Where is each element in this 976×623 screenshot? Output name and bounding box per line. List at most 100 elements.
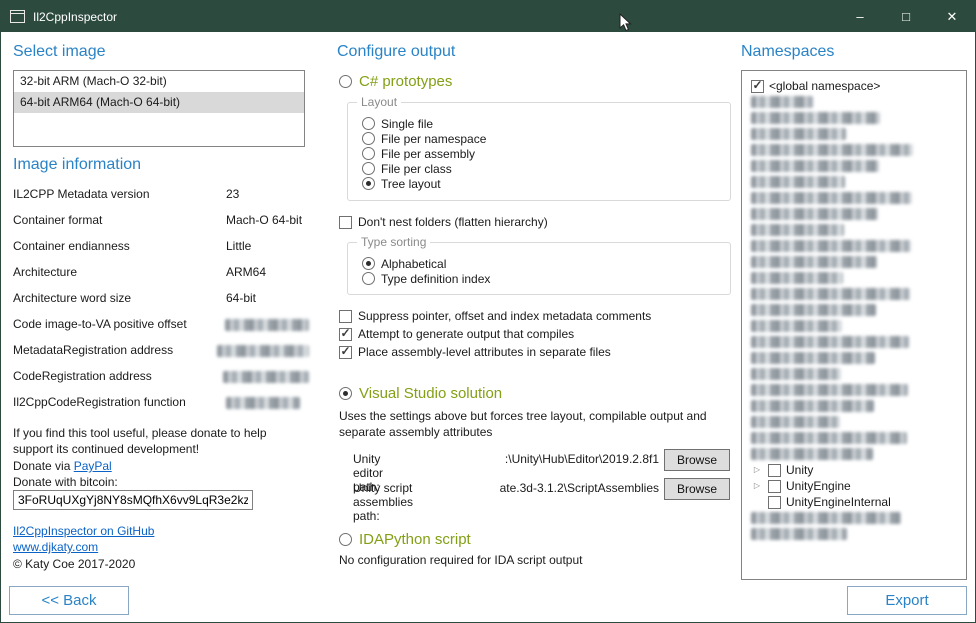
radio-label: Alphabetical bbox=[381, 257, 446, 271]
bitcoin-address-input[interactable] bbox=[13, 490, 253, 510]
namespace-item-blurred[interactable] bbox=[751, 286, 960, 302]
namespace-item-blurred[interactable] bbox=[751, 222, 960, 238]
namespace-item-blurred[interactable] bbox=[751, 110, 960, 126]
checkbox-icon bbox=[339, 346, 352, 359]
namespace-item-blurred[interactable] bbox=[751, 270, 960, 286]
namespace-item-blurred[interactable] bbox=[751, 206, 960, 222]
namespace-item-blurred[interactable] bbox=[751, 526, 960, 542]
list-item-32bit-arm[interactable]: 32-bit ARM (Mach-O 32-bit) bbox=[14, 71, 304, 92]
namespace-item-blurred[interactable] bbox=[751, 142, 960, 158]
expander-icon[interactable] bbox=[751, 462, 763, 478]
redacted-namespace bbox=[751, 528, 847, 540]
radio-file-per-assembly[interactable]: File per assembly bbox=[362, 146, 730, 161]
info-row: MetadataRegistration address bbox=[13, 343, 309, 369]
image-info-table: IL2CPP Metadata version 23 Container for… bbox=[13, 187, 309, 421]
info-row: Architecture word size 64-bit bbox=[13, 291, 309, 317]
checkbox-flatten-hierarchy[interactable]: Don't nest folders (flatten hierarchy) bbox=[339, 214, 548, 230]
type-sorting-group-label: Type sorting bbox=[357, 235, 430, 249]
redacted-namespace bbox=[751, 304, 876, 316]
redacted-namespace bbox=[751, 384, 908, 396]
close-button[interactable]: ✕ bbox=[929, 1, 975, 32]
checkbox-icon[interactable] bbox=[768, 480, 781, 493]
export-button[interactable]: Export bbox=[847, 586, 967, 615]
namespace-item-blurred[interactable] bbox=[751, 446, 960, 462]
radio-icon bbox=[362, 162, 375, 175]
redacted-namespace bbox=[751, 128, 846, 140]
checkbox-icon[interactable] bbox=[751, 80, 764, 93]
radio-label: File per assembly bbox=[381, 147, 475, 161]
website-link[interactable]: www.djkaty.com bbox=[13, 540, 98, 554]
namespace-item-blurred[interactable] bbox=[751, 190, 960, 206]
namespace-item-blurred[interactable] bbox=[751, 318, 960, 334]
info-row: IL2CPP Metadata version 23 bbox=[13, 187, 309, 213]
namespace-item-blurred[interactable] bbox=[751, 382, 960, 398]
namespace-item-blurred[interactable] bbox=[751, 126, 960, 142]
namespace-item-global[interactable]: <global namespace> bbox=[751, 78, 960, 94]
radio-label: IDAPython script bbox=[359, 531, 471, 548]
namespace-item-blurred[interactable] bbox=[751, 254, 960, 270]
info-value: 64-bit bbox=[226, 291, 309, 305]
checkbox-suppress-metadata-comments[interactable]: Suppress pointer, offset and index metad… bbox=[339, 308, 651, 324]
select-image-heading: Select image bbox=[13, 43, 106, 61]
namespace-item-blurred[interactable] bbox=[751, 334, 960, 350]
namespace-label: UnityEngineInternal bbox=[786, 495, 891, 509]
radio-csharp-prototypes[interactable]: C# prototypes bbox=[339, 72, 452, 91]
radio-tree-layout[interactable]: Tree layout bbox=[362, 176, 730, 191]
window-controls: – □ ✕ bbox=[837, 1, 975, 32]
maximize-button[interactable]: □ bbox=[883, 1, 929, 32]
info-label: Container endianness bbox=[13, 239, 226, 253]
list-item-64bit-arm64[interactable]: 64-bit ARM64 (Mach-O 64-bit) bbox=[14, 92, 304, 113]
radio-label: File per namespace bbox=[381, 132, 486, 146]
namespace-item-blurred[interactable] bbox=[751, 366, 960, 382]
browse-editor-path-button[interactable]: Browse bbox=[664, 449, 730, 471]
namespace-item-unityengine[interactable]: UnityEngine bbox=[751, 478, 960, 494]
titlebar[interactable]: Il2CppInspector – □ ✕ bbox=[1, 1, 975, 32]
github-link[interactable]: Il2CppInspector on GitHub bbox=[13, 524, 154, 538]
checkbox-generate-compilable-output[interactable]: Attempt to generate output that compiles bbox=[339, 326, 574, 342]
redacted-value bbox=[217, 343, 309, 357]
redacted-namespace bbox=[751, 240, 911, 252]
donate-paypal-line: Donate via PayPal bbox=[13, 459, 112, 473]
unity-editor-path-value: :\Unity\Hub\Editor\2019.2.8f1 bbox=[463, 452, 659, 466]
namespace-item-blurred[interactable] bbox=[751, 414, 960, 430]
namespace-item-blurred[interactable] bbox=[751, 302, 960, 318]
info-label: Code image-to-VA positive offset bbox=[13, 317, 225, 331]
radio-file-per-namespace[interactable]: File per namespace bbox=[362, 131, 730, 146]
redacted-namespace bbox=[751, 368, 841, 380]
namespace-item-blurred[interactable] bbox=[751, 158, 960, 174]
namespace-item-unity[interactable]: Unity bbox=[751, 462, 960, 478]
namespace-item-blurred[interactable] bbox=[751, 510, 960, 526]
namespace-item-blurred[interactable] bbox=[751, 398, 960, 414]
radio-visual-studio-solution[interactable]: Visual Studio solution bbox=[339, 384, 502, 403]
back-button[interactable]: << Back bbox=[9, 586, 129, 615]
namespace-item-blurred[interactable] bbox=[751, 174, 960, 190]
namespace-item-unityengineinternal[interactable]: UnityEngineInternal bbox=[751, 494, 960, 510]
expander-icon[interactable] bbox=[751, 478, 763, 494]
checkbox-separate-assembly-attributes[interactable]: Place assembly-level attributes in separ… bbox=[339, 344, 611, 360]
namespace-label: <global namespace> bbox=[769, 79, 880, 93]
radio-idapython-script[interactable]: IDAPython script bbox=[339, 530, 471, 549]
radio-single-file[interactable]: Single file bbox=[362, 116, 730, 131]
redacted-namespace bbox=[751, 320, 842, 332]
radio-type-definition-index[interactable]: Type definition index bbox=[362, 271, 730, 286]
minimize-button[interactable]: – bbox=[837, 1, 883, 32]
namespace-item-blurred[interactable] bbox=[751, 94, 960, 110]
unity-script-path-label: Unity script assemblies path: bbox=[353, 481, 413, 523]
mouse-cursor bbox=[619, 13, 632, 32]
checkbox-icon[interactable] bbox=[768, 464, 781, 477]
redacted-namespace bbox=[751, 512, 901, 524]
namespace-item-blurred[interactable] bbox=[751, 238, 960, 254]
paypal-link[interactable]: PayPal bbox=[74, 459, 112, 473]
info-label: CodeRegistration address bbox=[13, 369, 223, 383]
browse-script-path-button[interactable]: Browse bbox=[664, 478, 730, 500]
redacted-value bbox=[223, 369, 309, 383]
redacted-namespace bbox=[751, 416, 840, 428]
redacted-namespace bbox=[751, 224, 844, 236]
image-info-heading: Image information bbox=[13, 156, 141, 174]
checkbox-icon[interactable] bbox=[768, 496, 781, 509]
radio-alphabetical[interactable]: Alphabetical bbox=[362, 256, 730, 271]
radio-label: Tree layout bbox=[381, 177, 441, 191]
namespace-item-blurred[interactable] bbox=[751, 430, 960, 446]
namespace-item-blurred[interactable] bbox=[751, 350, 960, 366]
radio-file-per-class[interactable]: File per class bbox=[362, 161, 730, 176]
